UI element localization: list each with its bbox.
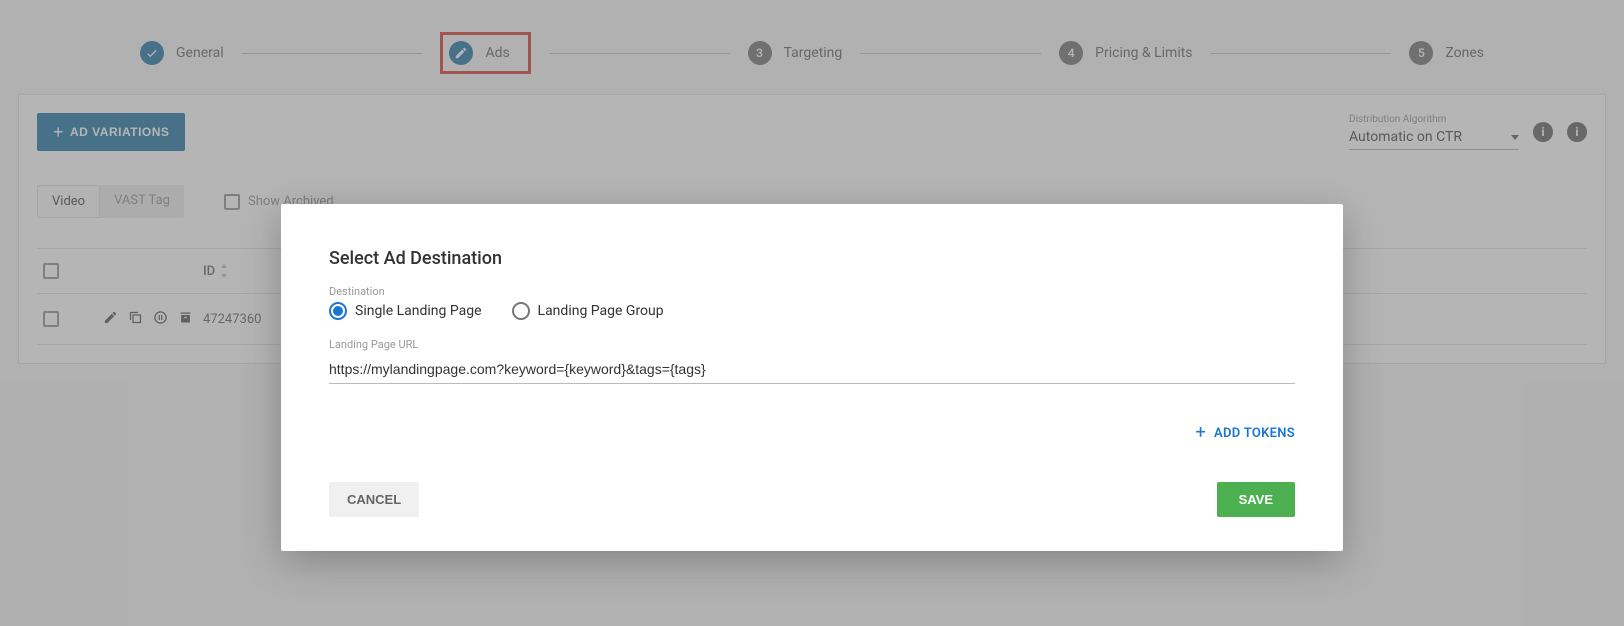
cancel-button[interactable]: CANCEL <box>329 482 419 517</box>
destination-label: Destination <box>329 285 1295 298</box>
radio-icon <box>329 302 347 320</box>
radio-landing-group[interactable]: Landing Page Group <box>512 302 664 320</box>
add-tokens-button[interactable]: + ADD TOKENS <box>1195 424 1295 442</box>
modal-title: Select Ad Destination <box>329 248 1295 269</box>
save-button[interactable]: SAVE <box>1217 482 1295 517</box>
radio-label: Single Landing Page <box>355 303 482 319</box>
button-label: ADD TOKENS <box>1214 426 1295 441</box>
destination-radio-group: Single Landing Page Landing Page Group <box>329 302 1295 320</box>
radio-single-landing[interactable]: Single Landing Page <box>329 302 482 320</box>
url-label: Landing Page URL <box>329 338 1295 351</box>
landing-url-input[interactable] <box>329 355 1295 384</box>
plus-icon: + <box>1195 424 1206 442</box>
select-ad-destination-modal: Select Ad Destination Destination Single… <box>281 204 1343 551</box>
radio-label: Landing Page Group <box>538 303 664 319</box>
radio-icon <box>512 302 530 320</box>
modal-footer: CANCEL SAVE <box>329 482 1295 517</box>
